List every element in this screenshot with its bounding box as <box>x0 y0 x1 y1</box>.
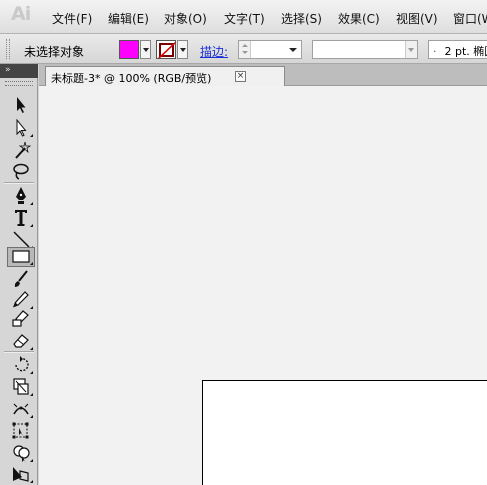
pencil-tool[interactable] <box>8 289 34 310</box>
menu-object[interactable]: 对象(O) <box>164 10 207 27</box>
free-transform-tool[interactable] <box>8 420 34 441</box>
rectangle-tool[interactable] <box>7 247 35 267</box>
stroke-weight-stepper[interactable] <box>239 41 251 58</box>
paintbrush-tool[interactable] <box>8 268 34 289</box>
document-tab-title: 未标题-3* @ 100% (RGB/预览) <box>51 72 212 85</box>
stroke-color-swatch[interactable] <box>156 40 176 59</box>
tools-panel-header[interactable]: » <box>0 64 38 78</box>
selection-arrow-icon <box>17 97 26 113</box>
blob-brush-tool[interactable] <box>8 308 34 329</box>
menu-select[interactable]: 选择(S) <box>281 10 322 27</box>
stroke-dropdown-arrow[interactable] <box>177 40 188 59</box>
artboard[interactable] <box>202 380 487 485</box>
document-tab[interactable]: 未标题-3* @ 100% (RGB/预览) × <box>45 66 285 86</box>
eraser-tool[interactable] <box>8 330 34 351</box>
paintbrush-icon <box>14 270 28 287</box>
collapse-panel-icon[interactable]: » <box>5 65 10 75</box>
direct-selection-tool[interactable] <box>8 117 34 138</box>
perspective-grid-tool[interactable] <box>8 463 34 484</box>
menu-effect[interactable]: 效果(C) <box>338 10 380 27</box>
magic-wand-icon <box>15 141 32 159</box>
free-transform-icon <box>12 422 29 439</box>
scale-tool[interactable] <box>8 376 34 397</box>
selection-tool[interactable] <box>8 94 34 115</box>
lasso-icon <box>13 163 29 180</box>
variable-width-profile-select[interactable] <box>312 40 418 59</box>
menu-type[interactable]: 文字(T) <box>224 10 265 27</box>
stroke-weight-field[interactable] <box>238 40 302 59</box>
menu-edit[interactable]: 编辑(E) <box>108 10 149 27</box>
chevron-down-icon[interactable] <box>405 41 417 58</box>
brush-dot-icon: · <box>433 45 437 58</box>
chevron-down-icon[interactable] <box>289 48 297 52</box>
fill-color-swatch[interactable] <box>119 40 139 59</box>
app-logo: Ai <box>11 3 31 25</box>
brush-size-label: 2 pt. 椭圆 <box>444 45 487 58</box>
menu-bar: Ai 文件(F) 编辑(E) 对象(O) 文字(T) 选择(S) 效果(C) 视… <box>0 0 487 34</box>
control-bar: 未选择对象 描边: · 2 pt. 椭圆 <box>0 34 487 64</box>
stroke-label[interactable]: 描边: <box>200 43 228 60</box>
lasso-tool[interactable] <box>8 161 34 182</box>
blob-brush-icon <box>12 310 29 327</box>
brush-definition-field[interactable]: · 2 pt. 椭圆 <box>428 40 487 59</box>
no-stroke-icon <box>157 41 175 58</box>
width-tool[interactable] <box>8 398 34 419</box>
close-icon[interactable]: × <box>235 71 246 82</box>
tools-panel: » <box>0 64 38 485</box>
document-canvas[interactable] <box>39 86 487 485</box>
type-tool[interactable] <box>8 207 34 228</box>
menu-window[interactable]: 窗口(W) <box>453 10 487 27</box>
rotate-tool[interactable] <box>8 354 34 375</box>
pen-tool[interactable] <box>8 185 34 206</box>
shape-builder-tool[interactable] <box>8 442 34 463</box>
fill-dropdown-arrow[interactable] <box>140 40 151 59</box>
document-tab-bar: 未标题-3* @ 100% (RGB/预览) × <box>39 64 487 86</box>
magic-wand-tool[interactable] <box>8 140 34 161</box>
menu-file[interactable]: 文件(F) <box>52 10 92 27</box>
control-bar-grip[interactable] <box>6 39 10 59</box>
tools-panel-grip[interactable] <box>5 81 33 86</box>
selection-status: 未选择对象 <box>24 45 85 59</box>
menu-view[interactable]: 视图(V) <box>396 10 438 27</box>
